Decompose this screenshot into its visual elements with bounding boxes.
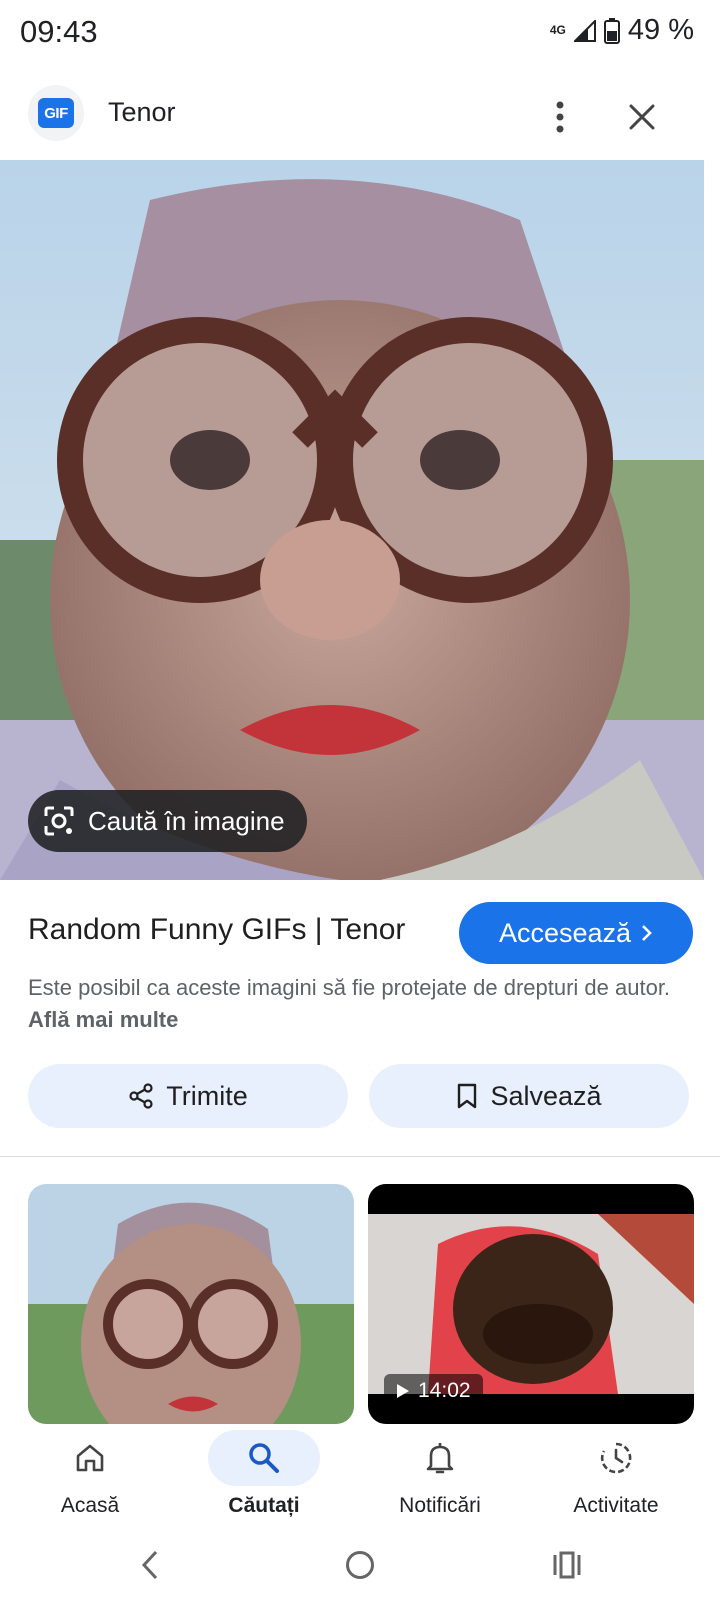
gif-logo-icon: GIF bbox=[38, 98, 74, 128]
search-in-image-button[interactable]: Caută în imagine bbox=[28, 790, 307, 852]
app-logo[interactable]: GIF bbox=[28, 85, 84, 141]
copyright-text: Este posibil ca aceste imagini să fie pr… bbox=[28, 975, 671, 1000]
video-duration: 14:02 bbox=[418, 1379, 471, 1402]
related-image-1[interactable] bbox=[28, 1184, 354, 1424]
network-type: 4G bbox=[549, 23, 566, 37]
nav-item-search[interactable]: Căutați bbox=[174, 1430, 354, 1524]
close-button[interactable] bbox=[618, 93, 666, 141]
battery-percent: 49 % bbox=[627, 14, 694, 46]
home-icon bbox=[76, 1444, 104, 1472]
share-label: Trimite bbox=[166, 1080, 248, 1111]
copyright-notice: Este posibil ca aceste imagini să fie pr… bbox=[28, 972, 688, 1036]
play-icon bbox=[397, 1384, 409, 1398]
more-vert-icon bbox=[556, 101, 564, 133]
back-icon bbox=[141, 1550, 158, 1580]
back-button[interactable] bbox=[120, 1540, 180, 1590]
search-icon bbox=[249, 1443, 279, 1473]
app-header: GIF Tenor bbox=[0, 75, 720, 161]
share-icon bbox=[129, 1083, 153, 1109]
learn-more-link[interactable]: Află mai multe bbox=[28, 1007, 178, 1032]
app-title: Tenor bbox=[108, 97, 176, 127]
save-button[interactable]: Salvează bbox=[369, 1064, 689, 1128]
more-options-button[interactable] bbox=[536, 93, 584, 141]
visit-button[interactable]: Accesează bbox=[459, 902, 693, 964]
bell-icon bbox=[426, 1443, 454, 1474]
status-time: 09:43 bbox=[20, 14, 98, 49]
search-in-image-label: Caută în imagine bbox=[88, 805, 285, 836]
visit-label: Accesează bbox=[498, 917, 632, 948]
share-button[interactable]: Trimite bbox=[28, 1064, 348, 1128]
circle-home-icon bbox=[346, 1551, 374, 1579]
battery-icon bbox=[603, 17, 620, 44]
home-system-button[interactable] bbox=[330, 1540, 390, 1590]
signal-icon bbox=[573, 19, 596, 42]
save-label: Salvează bbox=[490, 1080, 602, 1111]
chevron-right-icon bbox=[642, 925, 652, 941]
nav-label-notifications: Notificări bbox=[399, 1494, 481, 1517]
bottom-navigation: Acasă Căutați Notificări Activitate bbox=[0, 1424, 720, 1524]
google-lens-icon bbox=[44, 806, 74, 836]
nav-label-home: Acasă bbox=[60, 1494, 120, 1517]
preview-image[interactable] bbox=[0, 160, 704, 880]
bookmark-icon bbox=[458, 1083, 477, 1109]
recents-icon bbox=[553, 1551, 581, 1579]
system-navigation bbox=[0, 1526, 720, 1604]
status-bar: 09:43 4G 49 % bbox=[0, 0, 720, 70]
nav-label-activity: Activitate bbox=[573, 1494, 659, 1517]
nav-label-search: Căutați bbox=[228, 1494, 300, 1517]
nav-item-notifications[interactable]: Notificări bbox=[350, 1430, 530, 1524]
result-title: Random Funny GIFs | Tenor bbox=[28, 913, 406, 946]
related-video-2[interactable]: 14:02 bbox=[368, 1184, 694, 1424]
recents-button[interactable] bbox=[537, 1540, 597, 1590]
close-icon bbox=[629, 104, 655, 130]
nav-item-home[interactable]: Acasă bbox=[0, 1430, 180, 1524]
history-icon bbox=[600, 1442, 632, 1474]
video-duration-badge: 14:02 bbox=[384, 1374, 483, 1408]
section-divider bbox=[0, 1156, 720, 1157]
nav-item-activity[interactable]: Activitate bbox=[526, 1430, 706, 1524]
